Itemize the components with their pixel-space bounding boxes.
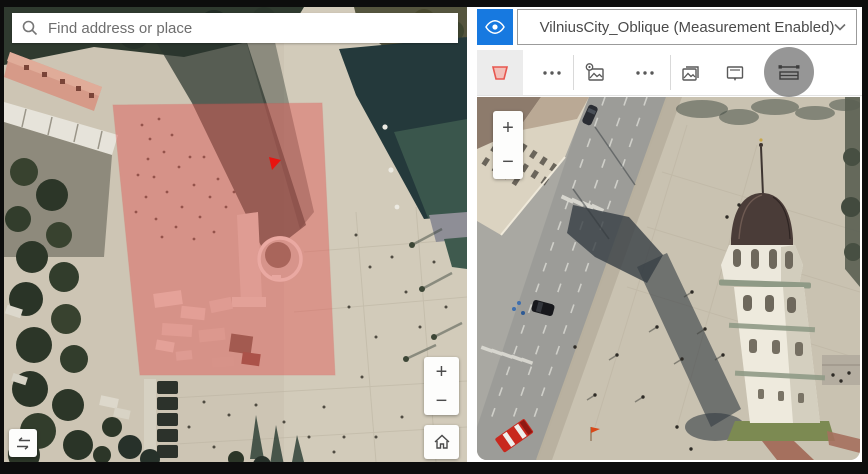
layer-dropdown[interactable]: VilniusCity_Oblique (Measurement Enabled… xyxy=(517,9,857,45)
oriented-imagery-panel: VilniusCity_Oblique (Measurement Enabled… xyxy=(477,7,862,462)
eye-icon xyxy=(485,20,505,34)
oblique-aerial-image xyxy=(477,97,860,460)
left-map-panel[interactable]: + − xyxy=(4,7,467,462)
right-map-zoom-control: + − xyxy=(493,111,523,179)
image-callout-button[interactable] xyxy=(712,50,758,95)
ellipsis-icon xyxy=(636,70,654,75)
zoom-in-button[interactable]: + xyxy=(424,357,459,386)
footprint-filter-icon xyxy=(491,65,509,80)
image-gallery-icon xyxy=(682,65,699,81)
app-window: + − Viln xyxy=(0,0,868,474)
left-map-aerial-image xyxy=(4,7,467,462)
image-point-button[interactable] xyxy=(572,50,618,95)
parked-row xyxy=(157,381,178,458)
layer-dropdown-value: VilniusCity_Oblique (Measurement Enabled… xyxy=(539,18,835,36)
overflow-menu-right-button[interactable] xyxy=(622,50,668,95)
viewer-workspace: + − Viln xyxy=(4,7,862,462)
measure-button[interactable] xyxy=(764,47,814,97)
home-button[interactable] xyxy=(424,425,459,459)
zoom-in-button[interactable]: + xyxy=(493,111,523,145)
left-map-zoom-control: + − xyxy=(424,357,459,415)
imagery-toolbar xyxy=(477,47,862,97)
image-callout-icon xyxy=(726,65,744,81)
chevron-down-icon xyxy=(834,23,846,31)
footprint-filter-button[interactable] xyxy=(477,50,523,95)
panel-divider[interactable] xyxy=(467,7,477,462)
image-gallery-button[interactable] xyxy=(667,50,713,95)
zoom-out-button[interactable]: − xyxy=(493,145,523,179)
search-input[interactable] xyxy=(46,13,458,43)
oblique-map-view[interactable]: + − xyxy=(477,97,860,460)
footprint-overlay-polygon[interactable] xyxy=(112,102,336,376)
measure-icon xyxy=(778,65,800,80)
zoom-out-button[interactable]: − xyxy=(424,386,459,415)
oriented-imagery-header: VilniusCity_Oblique (Measurement Enabled… xyxy=(477,7,862,50)
overflow-menu-left-button[interactable] xyxy=(529,50,575,95)
image-point-icon xyxy=(585,62,604,81)
visibility-toggle-button[interactable] xyxy=(477,9,513,45)
swap-icon xyxy=(16,436,30,450)
ellipsis-icon xyxy=(543,70,561,75)
home-icon xyxy=(434,434,449,449)
swap-panels-button[interactable] xyxy=(9,429,37,457)
search-box xyxy=(12,13,458,43)
search-icon xyxy=(22,20,38,36)
